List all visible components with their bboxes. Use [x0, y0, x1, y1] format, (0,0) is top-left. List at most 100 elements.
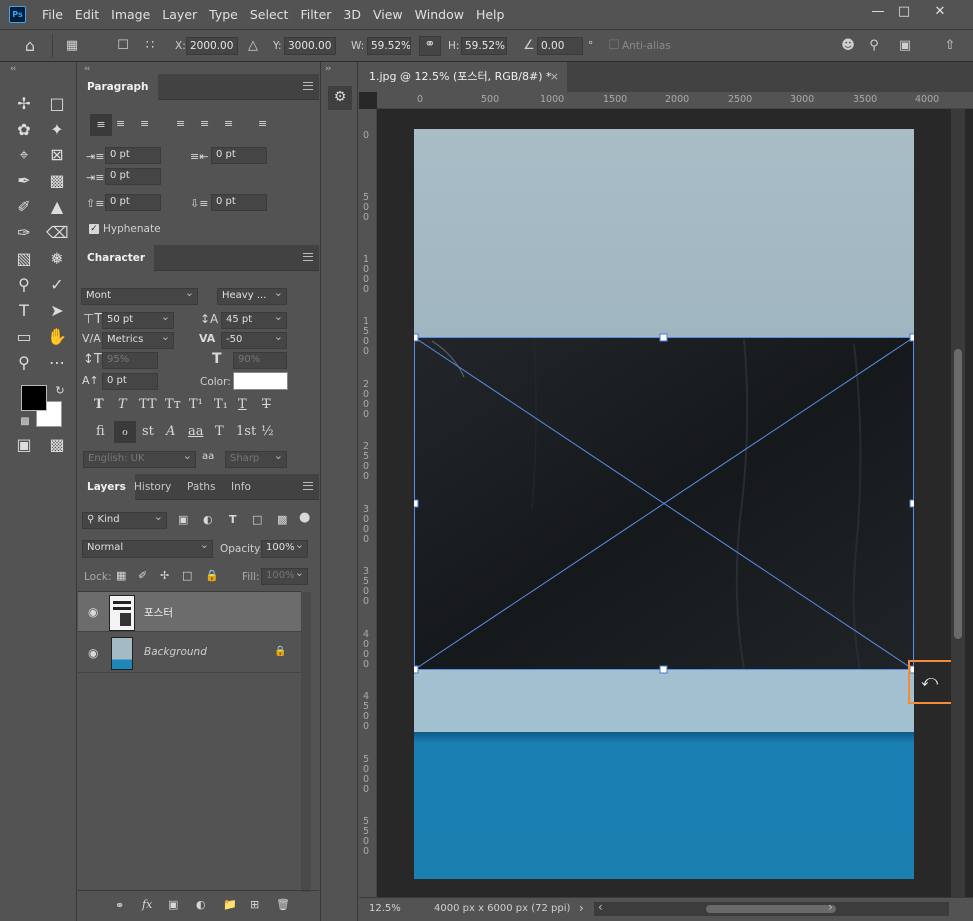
paragraph-menu-icon[interactable] [303, 82, 313, 90]
scroll-left-icon[interactable]: ‹ [598, 900, 603, 914]
close-window-button[interactable]: ✕ [925, 0, 955, 22]
font-family-select[interactable]: Mont [81, 288, 198, 305]
rectangle-tool-icon[interactable]: ▭ [13, 326, 35, 348]
underline-button[interactable]: T [238, 397, 247, 412]
menu-view[interactable]: View [367, 7, 409, 22]
menu-layer[interactable]: Layer [156, 7, 203, 22]
filter-pixel-icon[interactable]: ▣ [178, 513, 188, 526]
tracking-select[interactable]: -50 [221, 332, 287, 349]
hyphenate-checkbox[interactable]: ✓ [89, 224, 99, 234]
eyedropper-tool-icon[interactable]: ✒ [13, 170, 35, 192]
height-input[interactable]: 59.52% [461, 37, 507, 55]
menu-image[interactable]: Image [105, 7, 156, 22]
delete-layer-icon[interactable]: 🗑 [276, 898, 290, 911]
menu-select[interactable]: Select [244, 7, 295, 22]
text-color-swatch[interactable] [233, 372, 288, 390]
filter-shape-icon[interactable]: □ [252, 513, 262, 526]
magic-wand-tool-icon[interactable]: ✦ [46, 119, 68, 141]
fractions-button[interactable]: ½ [261, 424, 274, 439]
layer-filter-select[interactable]: ⚲ Kind [82, 512, 167, 529]
ordinals-button[interactable]: 1st [236, 424, 256, 439]
stylistic-alternates-button[interactable]: aa [188, 424, 204, 439]
zoom-tool-icon[interactable]: ⚲ [13, 352, 35, 374]
lock-artboard-icon[interactable]: □ [182, 569, 192, 582]
transform-handle[interactable] [909, 499, 914, 508]
faux-bold-button[interactable]: T [94, 397, 104, 412]
filter-smart-object-icon[interactable]: ▩ [277, 513, 287, 526]
path-selection-tool-icon[interactable]: ➤ [46, 300, 68, 322]
language-select[interactable]: English: UK [83, 451, 196, 468]
character-menu-icon[interactable] [303, 253, 313, 261]
baseline-shift-input[interactable]: 0 pt [102, 373, 158, 390]
spot-healing-tool-icon[interactable]: ▩ [46, 170, 68, 192]
type-tool-icon[interactable]: T [13, 300, 35, 322]
lock-position-icon[interactable]: ✢ [160, 569, 169, 582]
collapse-panels-icon[interactable]: ‹‹ [84, 64, 90, 74]
all-caps-button[interactable]: TT [139, 397, 157, 412]
align-right-icon[interactable]: ≡ [140, 117, 149, 130]
opacity-input[interactable]: 100% [261, 540, 308, 558]
status-menu-icon[interactable]: › [579, 901, 584, 915]
antialias-select[interactable]: Sharp [225, 451, 287, 468]
share-icon[interactable]: ⇧ [942, 38, 958, 54]
vertical-scale-input[interactable]: 95% [102, 352, 158, 369]
transform-handle[interactable] [414, 665, 419, 674]
menu-window[interactable]: Window [409, 7, 470, 22]
scroll-right-icon[interactable]: › [828, 900, 833, 914]
ligatures-button[interactable]: fi [96, 424, 105, 439]
properties-panel-icon[interactable]: ⚙ [328, 86, 352, 110]
close-document-button[interactable]: × [550, 62, 559, 92]
collapse-strip-icon[interactable]: ›› [325, 64, 331, 74]
collapse-toolbar-icon[interactable]: ‹‹ [10, 64, 16, 74]
maximize-button[interactable]: □ [889, 0, 919, 22]
tab-history[interactable]: History [125, 474, 180, 500]
visibility-eye-icon[interactable]: ◉ [88, 605, 98, 619]
layer-row[interactable]: ◉ Background 🔒 [78, 633, 301, 673]
justify-all-icon[interactable]: ≡ [258, 117, 267, 130]
foreground-color-swatch[interactable] [21, 385, 47, 411]
strikethrough-button[interactable]: T [262, 397, 271, 412]
user-icon[interactable]: ☻ [840, 38, 856, 54]
new-layer-icon[interactable]: ⊞ [250, 898, 259, 911]
layers-scrollbar[interactable] [301, 592, 311, 892]
horizontal-scrollbar[interactable]: ‹ › [594, 900, 949, 916]
justify-last-left-icon[interactable]: ≡ [176, 117, 185, 130]
filter-toggle-icon[interactable]: ● [299, 510, 310, 525]
blur-tool-icon[interactable]: ❅ [46, 248, 68, 270]
clone-stamp-tool-icon[interactable]: ▲ [46, 196, 68, 218]
brush-tool-icon[interactable]: ✐ [13, 196, 35, 218]
blend-mode-select[interactable]: Normal [82, 540, 213, 558]
tab-info[interactable]: Info [222, 474, 260, 500]
horizontal-scrollbar-thumb[interactable] [706, 905, 836, 913]
workspace-icon[interactable]: ▣ [897, 38, 913, 54]
indent-right-input[interactable]: 0 pt [211, 147, 267, 164]
superscript-button[interactable]: T¹ [189, 397, 203, 412]
swash-button[interactable]: A [166, 424, 175, 439]
menu-filter[interactable]: Filter [294, 7, 337, 22]
adjustment-layer-icon[interactable]: ◐ [196, 898, 206, 911]
lasso-tool-icon[interactable]: ✿ [13, 119, 35, 141]
delta-icon[interactable]: △ [245, 38, 261, 54]
justify-last-center-icon[interactable]: ≡ [200, 117, 209, 130]
home-icon[interactable]: ⌂ [22, 38, 38, 54]
dodge-tool-icon[interactable]: ⚲ [13, 274, 35, 296]
menu-3d[interactable]: 3D [337, 7, 367, 22]
tab-paragraph[interactable]: Paragraph [78, 74, 158, 100]
document-info[interactable]: 4000 px x 6000 px (72 ppi) [434, 903, 570, 914]
layers-menu-icon[interactable] [303, 482, 313, 490]
search-icon[interactable]: ⚲ [866, 38, 882, 54]
indent-left-input[interactable]: 0 pt [105, 147, 161, 164]
antialias-checkbox-icon[interactable]: ☐ [606, 38, 622, 54]
indent-first-line-input[interactable]: 0 pt [105, 168, 161, 185]
new-group-icon[interactable]: 📁 [223, 898, 237, 911]
horizontal-scale-input[interactable]: 90% [233, 352, 287, 369]
vertical-scrollbar[interactable] [951, 109, 965, 897]
vertical-ruler[interactable]: 0 500 1000 1500 2000 2500 3000 3500 4000… [359, 109, 377, 897]
width-input[interactable]: 59.52% [367, 37, 411, 55]
transform-handle[interactable] [659, 333, 668, 342]
frame-tool-icon[interactable]: ⊠ [46, 144, 68, 166]
faux-italic-button[interactable]: T [118, 397, 127, 412]
align-center-icon[interactable]: ≡ [116, 117, 125, 130]
eraser-tool-icon[interactable]: ⌫ [46, 222, 69, 244]
menu-help[interactable]: Help [470, 7, 511, 22]
